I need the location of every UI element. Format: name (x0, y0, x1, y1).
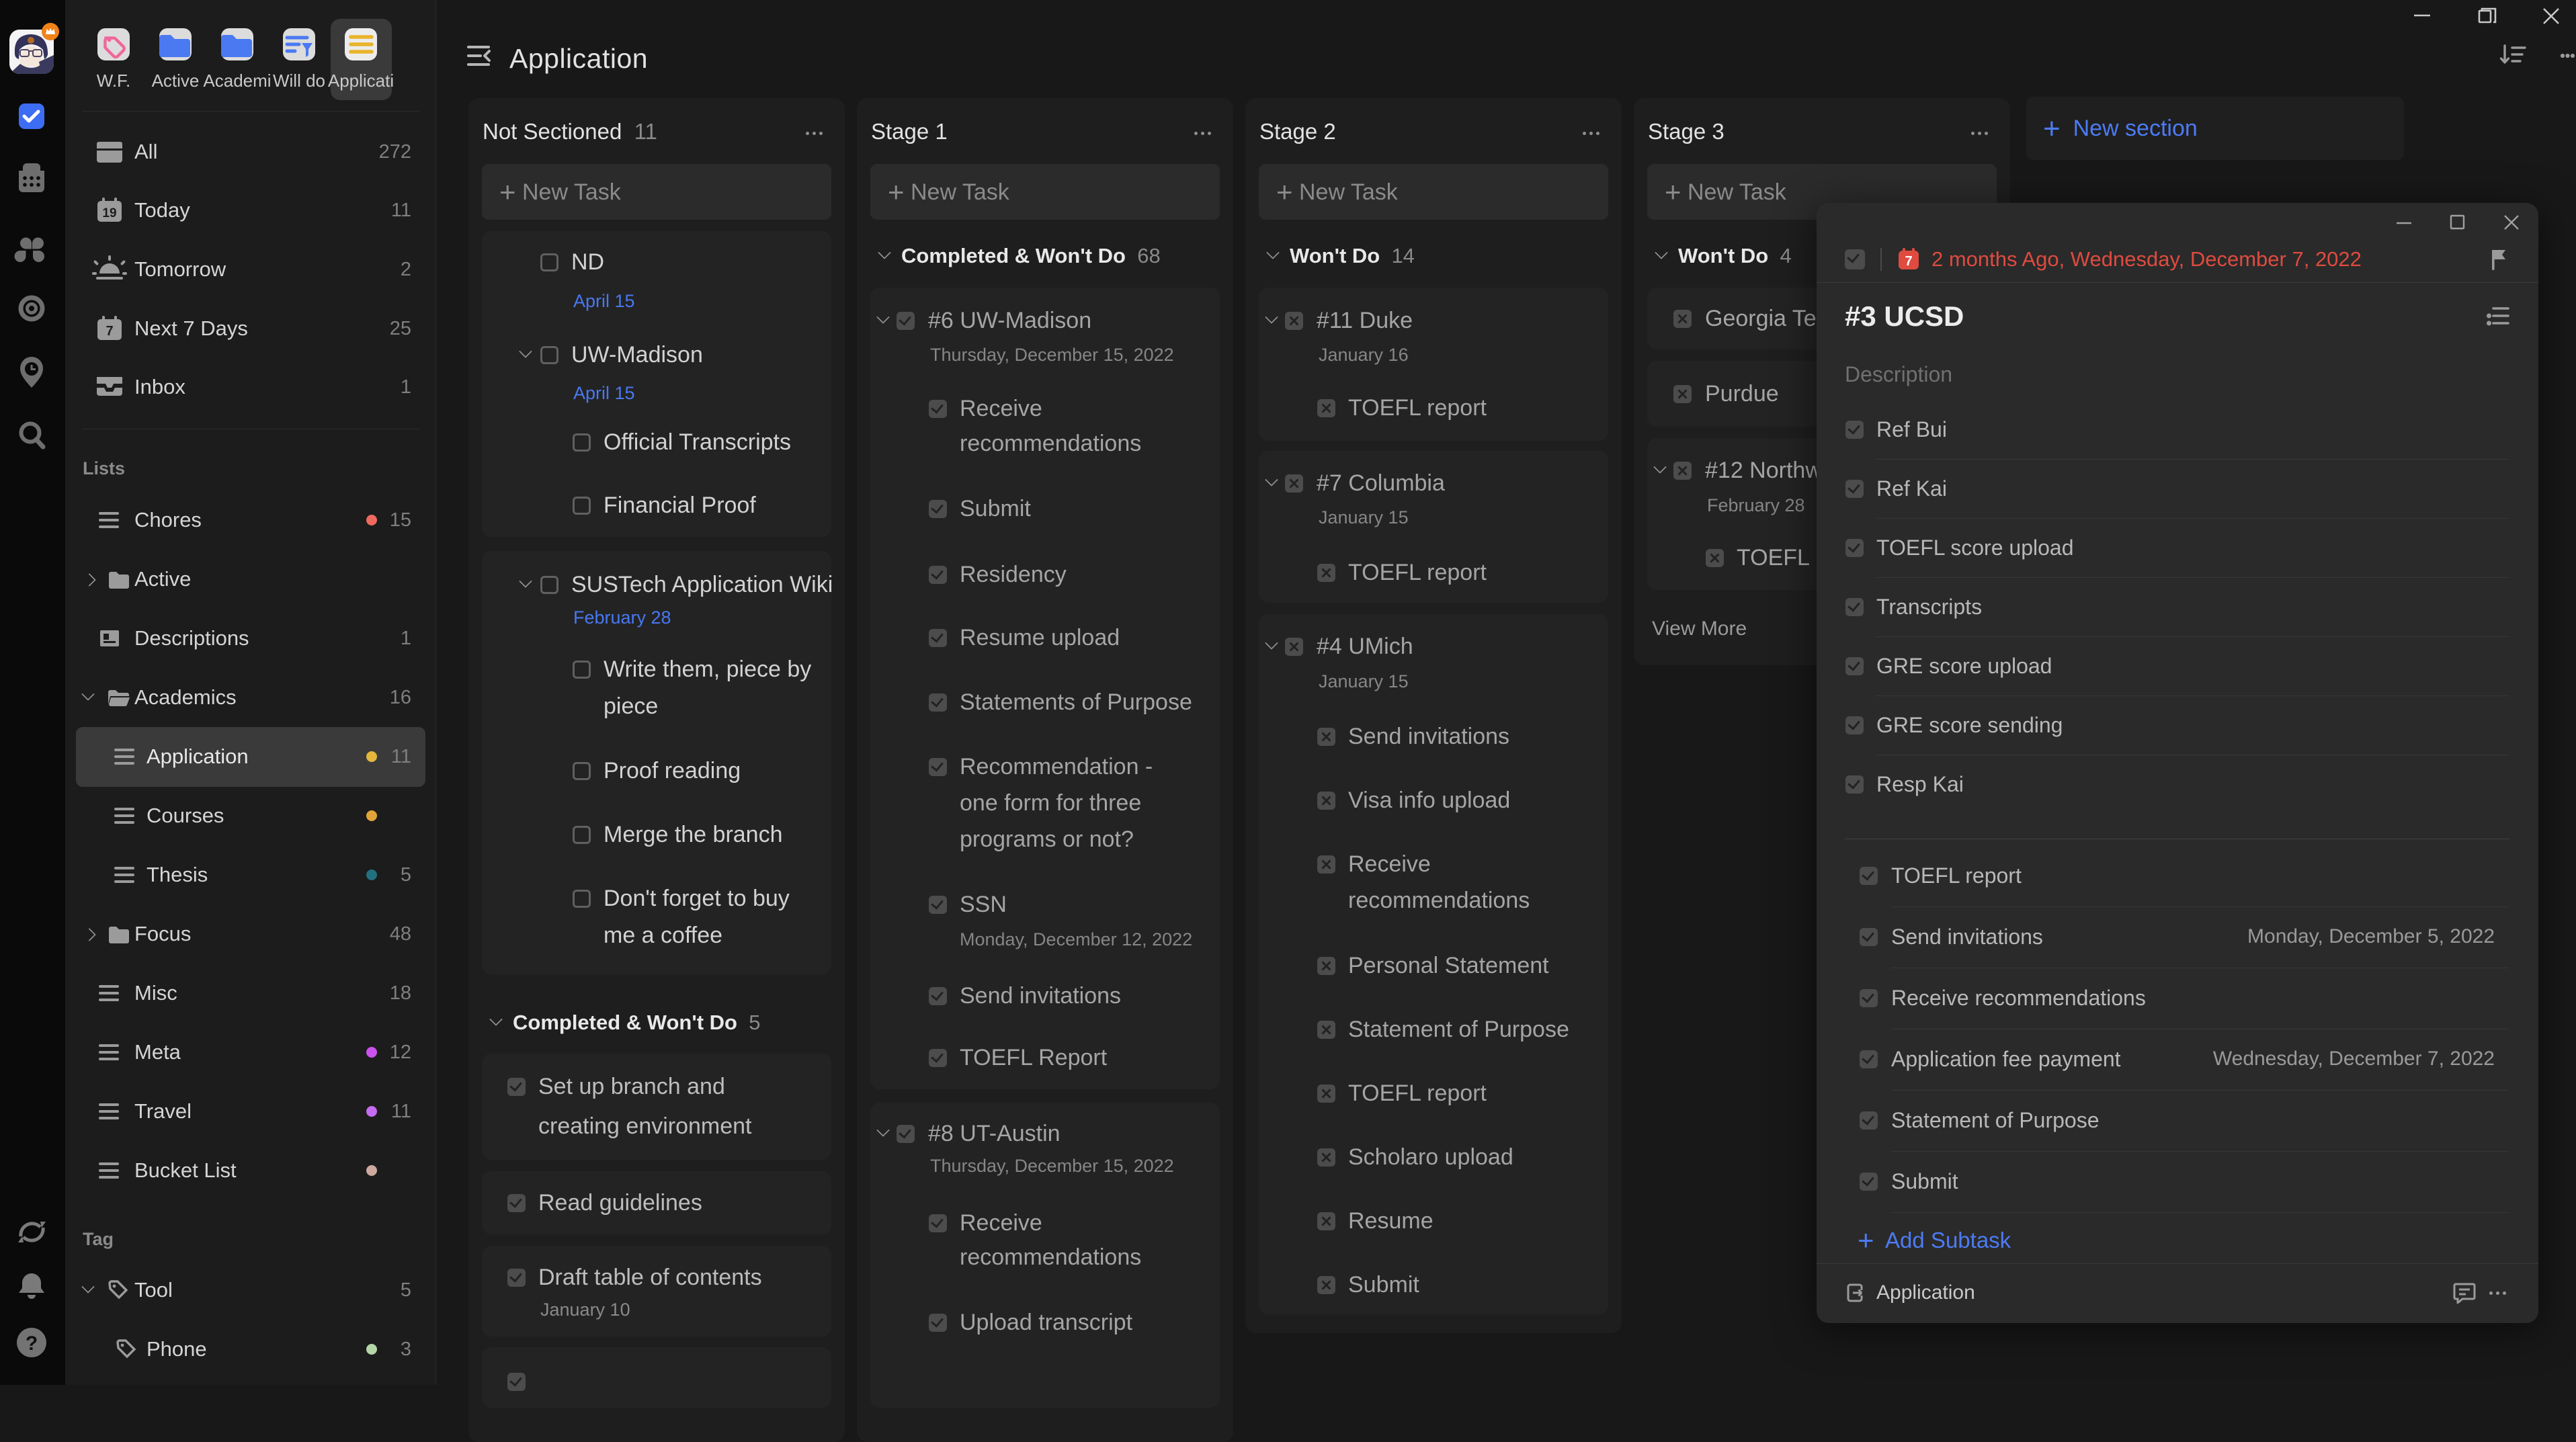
svg-text:7: 7 (106, 324, 113, 339)
svg-text:19: 19 (102, 206, 116, 220)
svg-text:7: 7 (1905, 254, 1912, 269)
